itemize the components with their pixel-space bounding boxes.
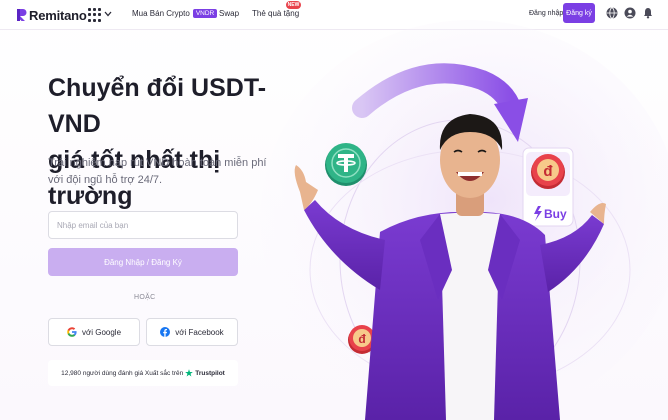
swoosh-arrow — [352, 63, 522, 120]
user-icon[interactable] — [624, 7, 636, 19]
trustpilot-rating[interactable]: 12,980 người dùng đánh giá Xuất sắc trên… — [48, 360, 238, 386]
facebook-icon — [160, 327, 171, 337]
tether-coin-icon — [325, 143, 367, 186]
presenter-figure — [294, 114, 606, 420]
bitcoin-coin-icon: ₿ — [413, 276, 435, 298]
remitano-logo[interactable]: Remitano — [16, 6, 87, 24]
nav-swap[interactable]: Swap — [219, 9, 239, 18]
tether-coin-small-icon — [515, 351, 533, 369]
login-link[interactable]: Đăng nhập — [529, 10, 563, 17]
trustpilot-star-icon — [185, 369, 194, 377]
remitano-logo-mark — [17, 9, 27, 21]
google-login-button[interactable]: với Google — [48, 318, 140, 346]
apps-grid-icon[interactable] — [88, 8, 102, 22]
google-icon — [67, 327, 77, 337]
bell-icon[interactable] — [642, 7, 654, 19]
or-divider: HOẶC — [134, 294, 156, 301]
hero-subtitle: Trải nghiệm nạp rút VND hoàn toàn miễn p… — [48, 157, 267, 186]
email-field[interactable] — [48, 211, 238, 239]
nav-buy-crypto-label: Mua Bán Crypto — [132, 9, 190, 18]
orbit-ring — [309, 149, 631, 391]
vndr-coin-icon: đ — [531, 154, 565, 189]
page-title: Chuyển đổi USDT-VND giá tốt nhất thị trư… — [48, 70, 308, 214]
google-button-label: với Google — [81, 327, 122, 337]
orbit-ring — [339, 119, 581, 401]
svg-text:₿: ₿ — [420, 281, 429, 293]
buy-card-label: Buy — [544, 207, 567, 221]
trust-rating-text: 12,980 người dùng đánh giá Xuất sắc trên — [61, 369, 184, 377]
new-badge: NEW — [286, 1, 301, 9]
buy-card: đ Buy — [522, 147, 574, 227]
svg-text:đ: đ — [358, 332, 366, 346]
signup-button[interactable]: Đăng ký — [563, 3, 595, 23]
chevron-down-icon[interactable] — [104, 11, 112, 17]
globe-icon[interactable] — [606, 7, 618, 19]
vndr-badge: VNDR — [192, 9, 218, 18]
lightning-icon — [534, 206, 542, 221]
logo-text: Remitano — [29, 7, 87, 23]
swoosh-arrowhead — [494, 98, 528, 142]
facebook-login-button[interactable]: với Facebook — [146, 318, 238, 346]
title-line-1: Chuyển đổi USDT-VND — [48, 74, 267, 138]
facebook-button-label: với Facebook — [175, 327, 224, 337]
trustpilot-brand: Trustpilot — [195, 369, 225, 377]
nav-gift-card[interactable]: Thẻ quà tặng — [252, 9, 299, 18]
top-navigation-bar: Remitano Mua Bán Crypto VNDR Swap Thẻ quà… — [0, 0, 668, 30]
svg-text:đ: đ — [543, 163, 553, 180]
nav-buy-crypto[interactable]: Mua Bán Crypto VNDR — [132, 9, 218, 18]
login-signup-button[interactable]: Đăng Nhập / Đăng Ký — [48, 248, 238, 276]
vndr-coin-small-icon: đ — [348, 325, 376, 354]
